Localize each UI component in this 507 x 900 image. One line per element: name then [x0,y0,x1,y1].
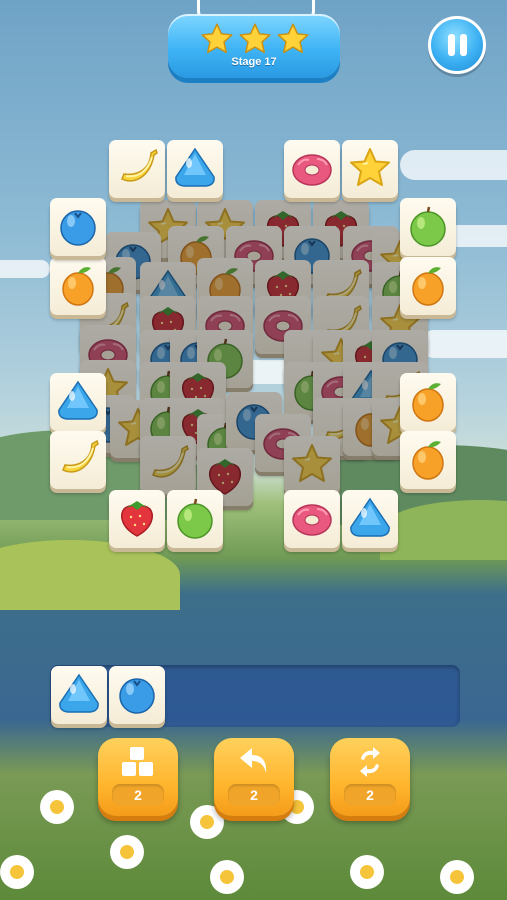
tile-orange[interactable] [400,373,456,431]
star-icon [350,148,390,186]
donut-icon [292,504,332,536]
tile-blueberry[interactable] [50,198,106,256]
stage-label: Stage 17 [231,56,277,68]
gem-icon [175,147,215,187]
shuffle-tiles-count: 2 [112,784,164,806]
covered-tile-star [284,436,340,494]
gem-icon [59,673,99,713]
powerup-shuffle-tiles-button[interactable]: 2 [98,738,178,816]
orange-icon [412,383,444,422]
star-icon [292,444,332,482]
star-icon [201,23,233,54]
orange-icon [62,267,94,306]
star-icon [277,23,309,54]
strawberry-icon [121,501,153,537]
tile-strawberry[interactable] [109,490,165,548]
tile-banana[interactable] [109,140,165,198]
banana-icon [121,148,158,182]
tile-gem[interactable] [51,666,107,724]
tile-blueberry[interactable] [109,666,165,724]
covered-tile-banana [140,436,196,494]
pause-icon [448,34,455,56]
tile-orange[interactable] [400,431,456,489]
powerup-undo-button[interactable]: 2 [214,738,294,816]
undo-count: 2 [228,784,280,806]
star-rating [200,22,310,56]
undo-arrow-icon [240,748,267,773]
blocks-icon [122,747,153,776]
tile-apple[interactable] [400,198,456,256]
refresh-count: 2 [344,784,396,806]
tile-star[interactable] [342,140,398,198]
tile-orange[interactable] [400,257,456,315]
tile-apple[interactable] [167,490,223,548]
pause-button[interactable] [428,16,486,74]
banana-icon [152,444,189,478]
stage-panel: Stage 17 [168,14,340,78]
apple-icon [410,206,446,247]
orange-icon [412,441,444,480]
blueberry-icon [119,678,155,714]
orange-icon [412,267,444,306]
refresh-icon [360,747,380,777]
apple-icon [177,498,213,539]
blueberry-icon [60,210,96,246]
tile-gem[interactable] [342,490,398,548]
star-icon [239,23,271,54]
tile-gem[interactable] [50,373,106,431]
gem-icon [350,497,390,537]
tile-donut[interactable] [284,490,340,548]
powerup-refresh-button[interactable]: 2 [330,738,410,816]
banana-icon [62,439,99,473]
donut-icon [292,154,332,186]
tile-gem[interactable] [167,140,223,198]
gem-icon [58,380,98,420]
tile-orange[interactable] [50,257,106,315]
tile-banana[interactable] [50,431,106,489]
tile-donut[interactable] [284,140,340,198]
